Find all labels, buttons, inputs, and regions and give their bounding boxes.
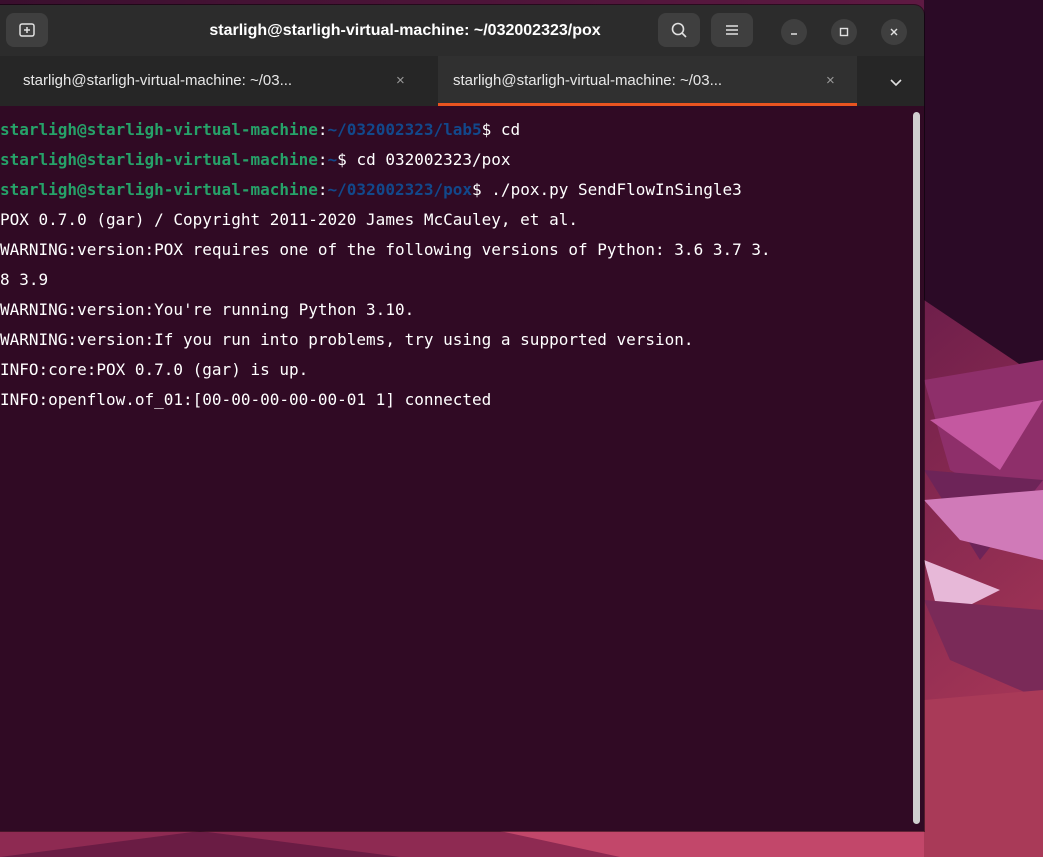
- maximize-button[interactable]: [831, 19, 857, 45]
- prompt-line: starligh@starligh-virtual-machine:~$ cd …: [0, 145, 511, 175]
- prompt-separator: :: [317, 150, 328, 169]
- tab-1-close-button[interactable]: ×: [396, 56, 405, 106]
- tab-2-close-button[interactable]: ×: [826, 56, 835, 106]
- title-bar: starligh@starligh-virtual-machine: ~/032…: [0, 5, 924, 56]
- output-line: WARNING:version:POX requires one of the …: [0, 240, 771, 259]
- minimize-icon: [791, 33, 797, 35]
- output-line: WARNING:version:You're running Python 3.…: [0, 300, 415, 319]
- hamburger-menu-icon: [726, 25, 738, 35]
- prompt-user: starligh@starligh-virtual-machine: [0, 120, 318, 139]
- prompt-separator: :: [317, 180, 328, 199]
- minimize-button[interactable]: [781, 19, 807, 45]
- prompt-line: starligh@starligh-virtual-machine:~/0320…: [0, 175, 742, 205]
- terminal-output-area[interactable]: starligh@starligh-virtual-machine:~/0320…: [0, 106, 924, 831]
- search-icon: [671, 22, 687, 38]
- terminal-window: starligh@starligh-virtual-machine: ~/032…: [0, 5, 924, 831]
- output-line: 8 3.9: [0, 270, 49, 289]
- prompt-command: $ cd 032002323/pox: [337, 150, 511, 169]
- prompt-path: ~: [327, 150, 338, 169]
- output-line: INFO:openflow.of_01:[00-00-00-00-00-01 1…: [0, 390, 492, 409]
- menu-button[interactable]: [711, 13, 753, 47]
- prompt-path: ~/032002323/lab5: [327, 120, 482, 139]
- tab-list-button[interactable]: [881, 72, 911, 92]
- prompt-path: ~/032002323/pox: [327, 180, 473, 199]
- tab-bar: starligh@starligh-virtual-machine: ~/03.…: [0, 56, 924, 106]
- prompt-line: starligh@starligh-virtual-machine:~/0320…: [0, 115, 520, 145]
- prompt-user: starligh@starligh-virtual-machine: [0, 180, 318, 199]
- maximize-icon: [839, 27, 849, 37]
- close-button[interactable]: [881, 19, 907, 45]
- terminal-scrollbar[interactable]: [913, 112, 920, 824]
- tab-2[interactable]: starligh@starligh-virtual-machine: ~/03.…: [438, 56, 857, 106]
- output-line: INFO:core:POX 0.7.0 (gar) is up.: [0, 360, 309, 379]
- tab-2-label: starligh@starligh-virtual-machine: ~/03.…: [453, 72, 723, 89]
- prompt-command: $ ./pox.py SendFlowInSingle3: [472, 180, 742, 199]
- prompt-user: starligh@starligh-virtual-machine: [0, 150, 318, 169]
- output-line: POX 0.7.0 (gar) / Copyright 2011-2020 Ja…: [0, 210, 578, 229]
- chevron-down-icon: [890, 79, 902, 87]
- output-line: WARNING:version:If you run into problems…: [0, 330, 694, 349]
- search-button[interactable]: [658, 13, 700, 47]
- tab-1[interactable]: starligh@starligh-virtual-machine: ~/03.…: [0, 56, 438, 106]
- close-icon: [890, 28, 898, 36]
- tab-1-label: starligh@starligh-virtual-machine: ~/03.…: [23, 72, 293, 89]
- prompt-command: $ cd: [481, 120, 521, 139]
- prompt-separator: :: [317, 120, 328, 139]
